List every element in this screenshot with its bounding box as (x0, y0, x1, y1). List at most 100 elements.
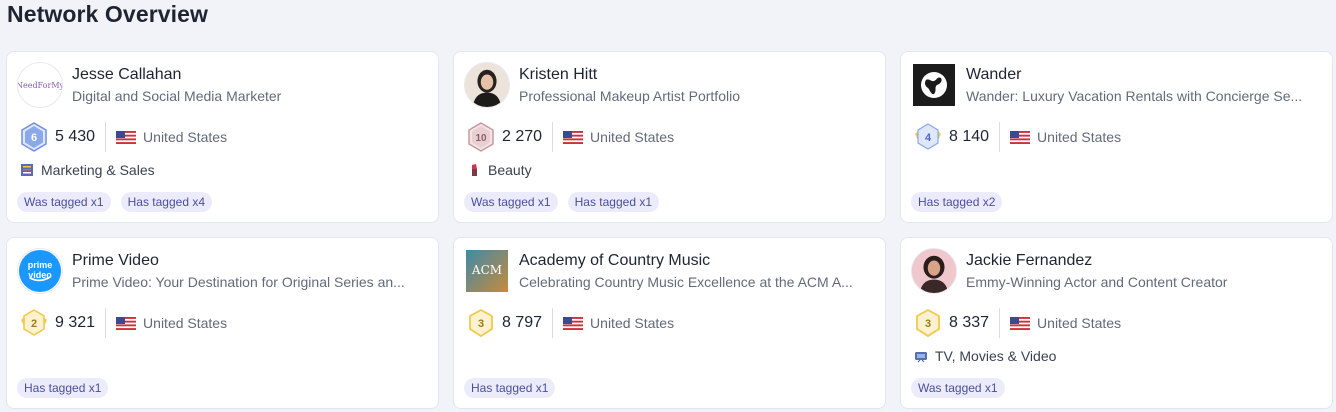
category: TV, Movies & Video (913, 348, 1056, 364)
profile-card[interactable]: NeedForMy Jesse Callahan Digital and Soc… (6, 51, 439, 223)
profile-name[interactable]: Prime Video (72, 252, 159, 270)
hexagon-badge-icon: 6 (21, 122, 47, 152)
chart-board-icon (19, 162, 35, 178)
us-flag-icon (563, 316, 584, 330)
level-badge: 3 (466, 308, 496, 338)
country-label: United States (143, 129, 228, 145)
avatar (913, 64, 955, 106)
country: United States (1010, 129, 1121, 145)
hexagon-badge-icon: 3 (469, 308, 493, 338)
us-flag-icon (116, 316, 137, 330)
country-label: United States (590, 315, 675, 331)
avatar: prime video (17, 248, 63, 294)
profile-stats: 3 8 797 United States (466, 308, 674, 338)
tv-icon (913, 348, 929, 364)
country-label: United States (143, 315, 228, 331)
person-photo-icon (465, 63, 509, 107)
country: United States (563, 129, 674, 145)
hexagon-badge-icon: 10 (468, 122, 494, 152)
page-title: Network Overview (7, 1, 209, 27)
profile-name[interactable]: Jesse Callahan (72, 66, 181, 84)
hexagon-badge-icon: 4 (915, 123, 941, 150)
follower-count: 8 140 (949, 122, 1001, 152)
level-badge: 2 (19, 308, 49, 338)
avatar-logo-text: ACM (471, 263, 503, 277)
profile-name[interactable]: Academy of Country Music (519, 252, 710, 270)
follower-count: 2 270 (502, 122, 554, 152)
tag-was-tagged[interactable]: Was tagged x1 (17, 192, 111, 212)
profile-name[interactable]: Wander (966, 66, 1021, 84)
hexagon-badge-icon: 2 (21, 309, 47, 336)
country-label: United States (1037, 315, 1122, 331)
follower-count: 8 337 (949, 308, 1001, 338)
level-badge: 10 (466, 122, 496, 152)
country: United States (116, 129, 227, 145)
tag-list: Has tagged x1 (17, 378, 109, 398)
profile-card[interactable]: Jackie Fernandez Emmy-Winning Actor and … (900, 237, 1333, 409)
avatar (911, 248, 957, 294)
category-label: Beauty (488, 162, 532, 178)
tag-was-tagged[interactable]: Was tagged x1 (911, 378, 1005, 398)
profile-name[interactable]: Jackie Fernandez (966, 252, 1092, 270)
profile-description: Emmy-Winning Actor and Content Creator (966, 274, 1228, 290)
profile-stats: 10 2 270 United States (466, 122, 674, 152)
profile-name[interactable]: Kristen Hitt (519, 66, 597, 84)
profile-stats: 3 8 337 United States (913, 308, 1121, 338)
profile-stats: 2 9 321 United States (19, 308, 227, 338)
globe-logo-icon (913, 64, 955, 106)
tag-has-tagged[interactable]: Has tagged x1 (464, 378, 556, 398)
profile-description: Celebrating Country Music Excellence at … (519, 274, 853, 290)
us-flag-icon (116, 130, 137, 144)
tag-has-tagged[interactable]: Has tagged x2 (911, 192, 1003, 212)
country: United States (1010, 315, 1121, 331)
tag-list: Was tagged x1 (911, 378, 1005, 398)
profile-description: Professional Makeup Artist Portfolio (519, 88, 740, 104)
tag-has-tagged[interactable]: Has tagged x1 (17, 378, 109, 398)
country: United States (563, 315, 674, 331)
profile-card[interactable]: Kristen Hitt Professional Makeup Artist … (453, 51, 886, 223)
level-number: 3 (478, 318, 484, 330)
profile-description: Digital and Social Media Marketer (72, 88, 282, 104)
follower-count: 8 797 (502, 308, 554, 338)
level-badge: 6 (19, 122, 49, 152)
profile-card[interactable]: Wander Wander: Luxury Vacation Rentals w… (900, 51, 1333, 223)
category-label: Marketing & Sales (41, 162, 155, 178)
level-number: 3 (925, 318, 931, 330)
level-number: 10 (475, 133, 487, 144)
tag-has-tagged[interactable]: Has tagged x4 (120, 192, 212, 212)
follower-count: 5 430 (55, 122, 107, 152)
level-number: 2 (31, 318, 37, 330)
category: Beauty (466, 162, 532, 178)
country: United States (116, 315, 227, 331)
tag-list: Was tagged x1 Has tagged x4 (17, 192, 212, 212)
profile-stats: 4 8 140 United States (913, 122, 1121, 152)
network-grid: NeedForMy Jesse Callahan Digital and Soc… (6, 51, 1333, 409)
hexagon-badge-icon: 3 (916, 308, 940, 338)
category: Marketing & Sales (19, 162, 155, 178)
avatar-logo-text: prime video (27, 260, 53, 280)
country-label: United States (590, 129, 675, 145)
level-badge: 4 (913, 122, 943, 152)
profile-card[interactable]: prime video Prime Video Prime Video: You… (6, 237, 439, 409)
us-flag-icon (1010, 130, 1031, 144)
tag-list: Has tagged x1 (464, 378, 556, 398)
avatar: ACM (466, 250, 508, 292)
profile-card[interactable]: ACM Academy of Country Music Celebrating… (453, 237, 886, 409)
lipstick-icon (466, 162, 482, 178)
avatar-logo-text: NeedForMy (17, 80, 63, 90)
level-badge: 3 (913, 308, 943, 338)
tag-was-tagged[interactable]: Was tagged x1 (464, 192, 558, 212)
profile-description: Wander: Luxury Vacation Rentals with Con… (966, 88, 1303, 104)
avatar (464, 62, 510, 108)
avatar: NeedForMy (17, 62, 63, 108)
level-number: 6 (31, 132, 37, 144)
profile-stats: 6 5 430 United States (19, 122, 227, 152)
follower-count: 9 321 (55, 308, 107, 338)
us-flag-icon (1010, 316, 1031, 330)
tag-list: Was tagged x1 Has tagged x1 (464, 192, 659, 212)
person-photo-icon (912, 249, 956, 293)
country-label: United States (1037, 129, 1122, 145)
profile-description: Prime Video: Your Destination for Origin… (72, 274, 405, 290)
tag-list: Has tagged x2 (911, 192, 1003, 212)
tag-has-tagged[interactable]: Has tagged x1 (567, 192, 659, 212)
